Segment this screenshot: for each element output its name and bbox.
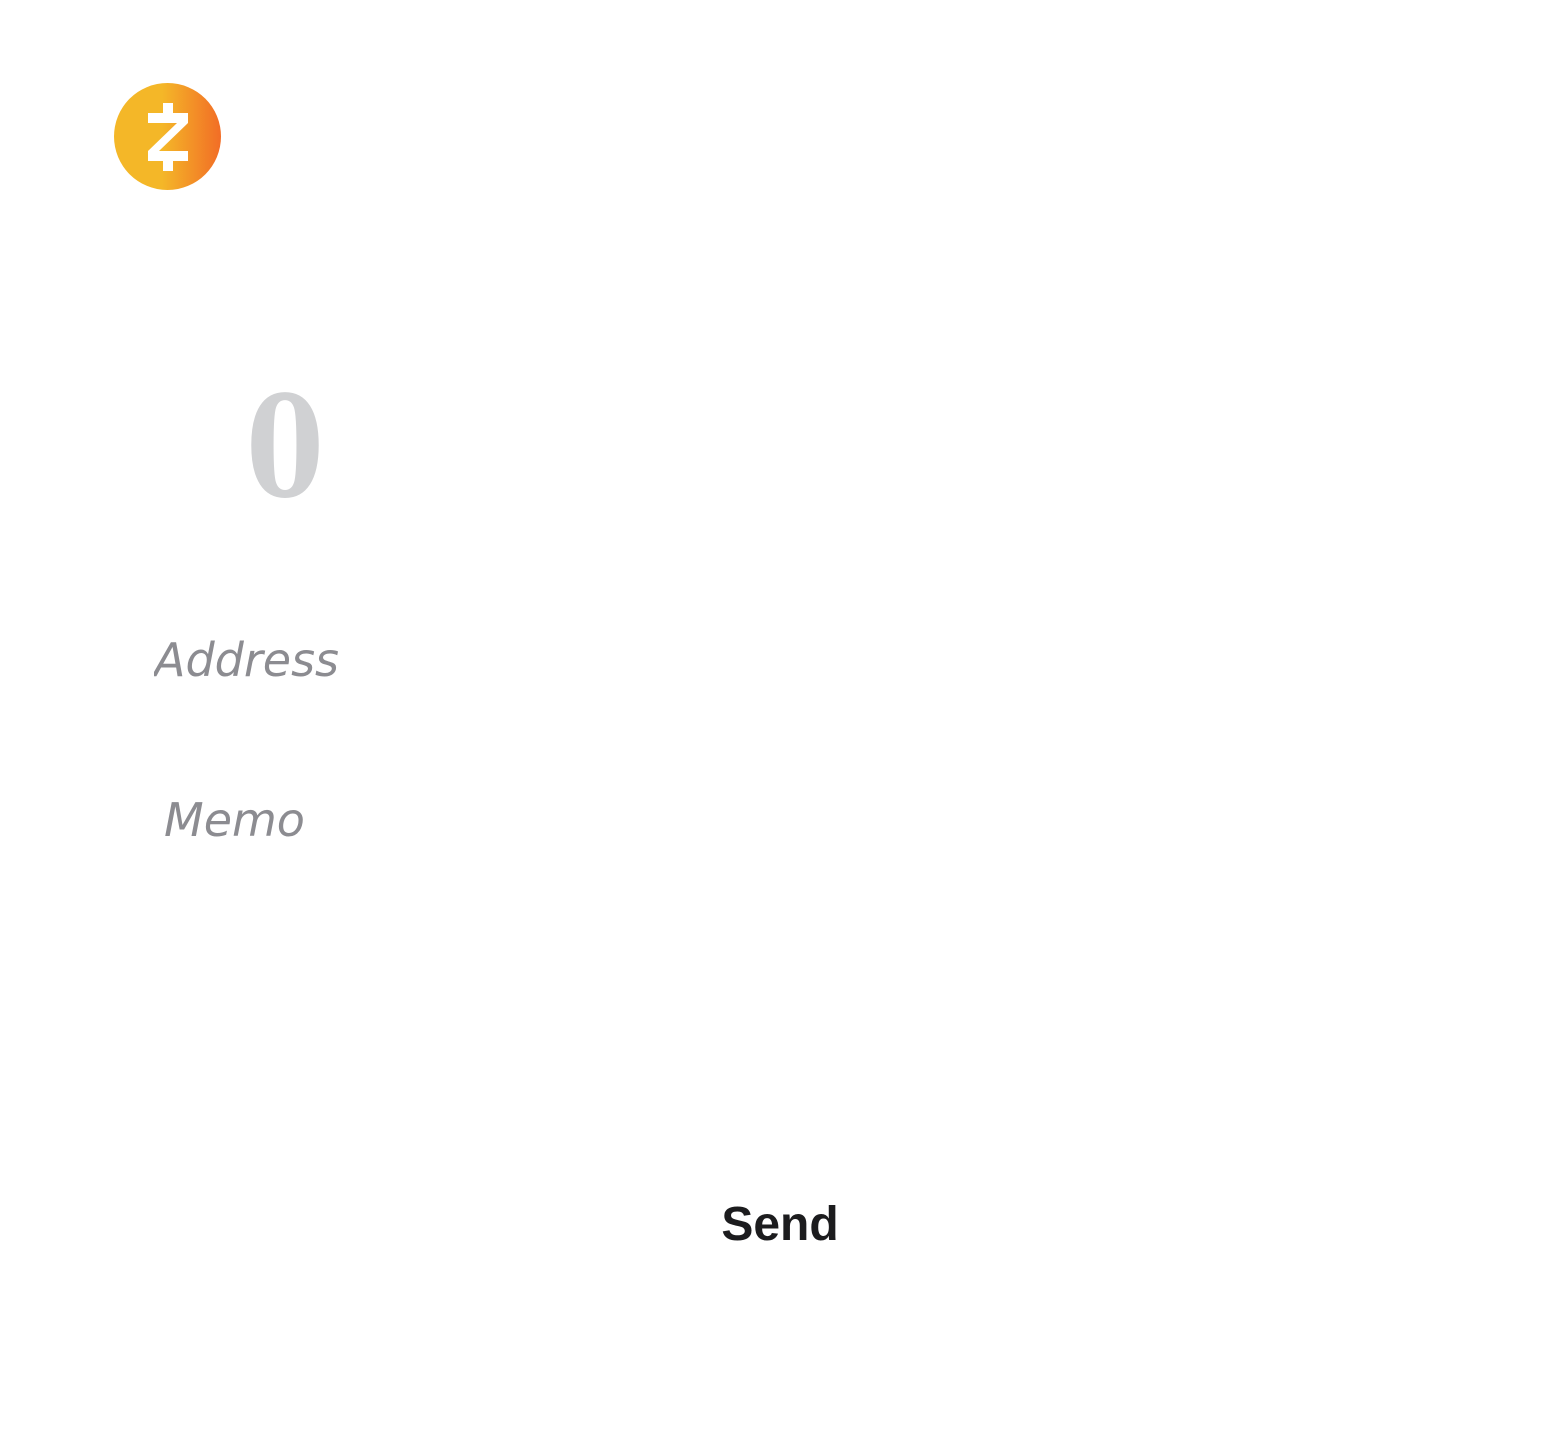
address-input[interactable]	[154, 630, 1404, 690]
zcash-logo-icon	[114, 83, 221, 190]
memo-input[interactable]	[164, 790, 1404, 850]
zcash-z-glyph	[147, 102, 188, 171]
amount-display[interactable]: 0	[185, 378, 385, 518]
send-button[interactable]: Send	[580, 1185, 980, 1265]
